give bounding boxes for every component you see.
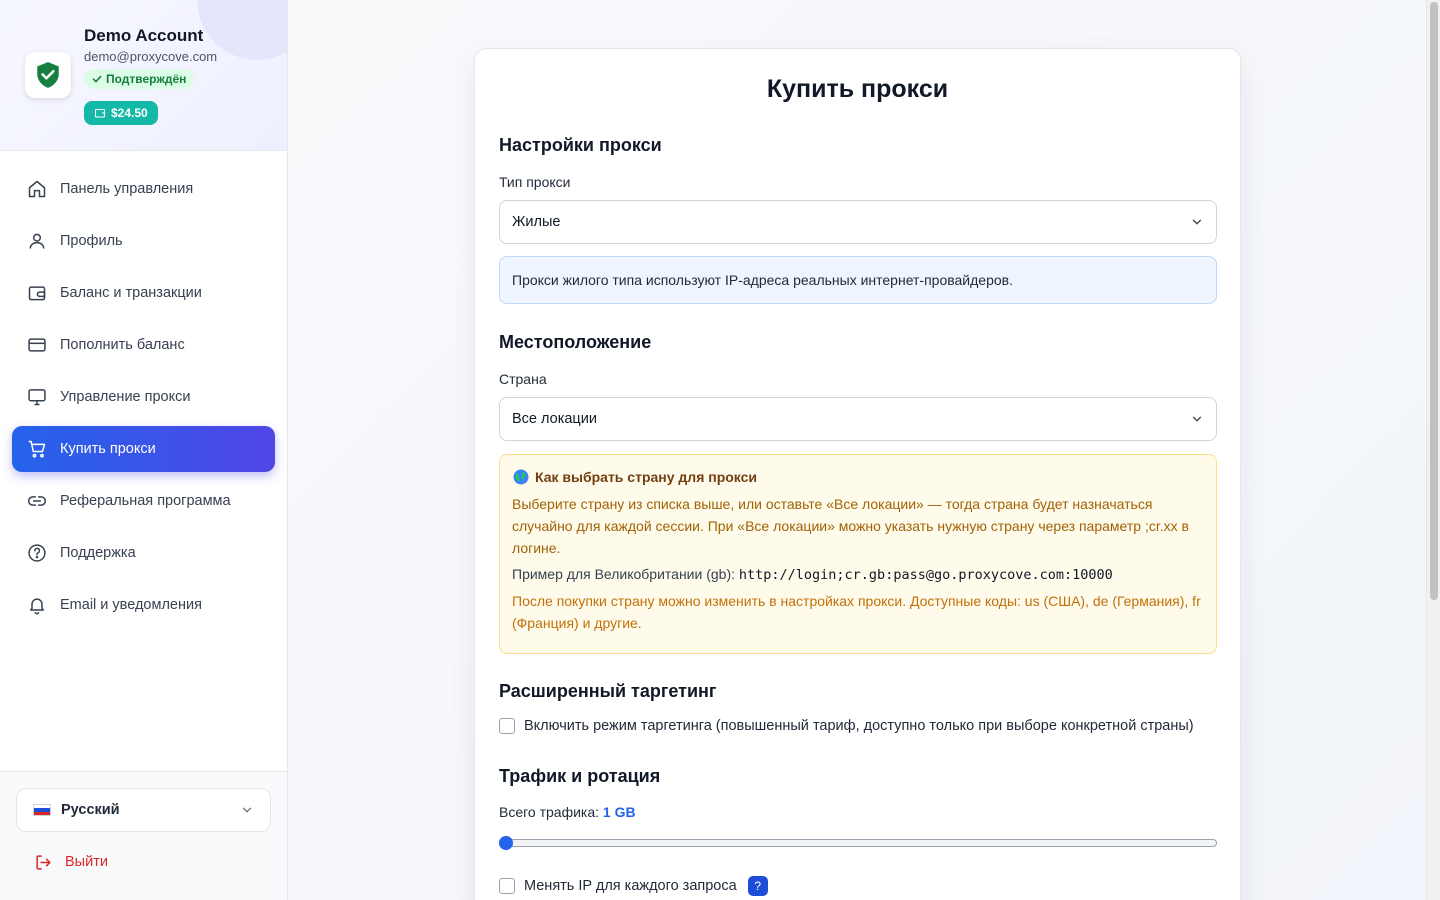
country-select[interactable]: Все локации <box>499 397 1217 441</box>
country-example-code: http://login;cr.gb:pass@go.proxycove.com… <box>738 567 1113 583</box>
sidebar-item-label: Реферальная программа <box>60 493 231 509</box>
sidebar-item-label: Купить прокси <box>60 441 156 457</box>
traffic-total-label: Всего трафика: <box>499 804 600 820</box>
country-help-title-text: Как выбрать страну для прокси <box>535 469 758 485</box>
proxy-type-value: Жилые <box>512 214 561 230</box>
credit-card-icon <box>28 338 46 352</box>
rotate-ip-label: Менять IP для каждого запроса <box>524 878 737 894</box>
sidebar-item-label: Пополнить баланс <box>60 337 185 353</box>
rotate-ip-checkbox[interactable] <box>499 878 515 894</box>
logout-button[interactable]: Выйти <box>16 844 136 880</box>
country-help-text: Выберите страну из списка выше, или оста… <box>512 496 1189 556</box>
country-help-title: Как выбрать страну для прокси <box>512 468 1204 486</box>
sidebar-footer: Русский Выйти <box>0 771 287 900</box>
globe-icon <box>513 469 529 485</box>
traffic-heading: Трафик и ротация <box>499 766 661 786</box>
home-icon <box>28 180 46 198</box>
targeting-checkbox[interactable] <box>499 718 515 734</box>
proxy-settings-heading: Настройки прокси <box>499 135 662 155</box>
sidebar-item-profile[interactable]: Профиль <box>12 218 275 264</box>
verified-label: Подтверждён <box>106 72 187 86</box>
language-selector[interactable]: Русский <box>16 788 271 832</box>
sidebar-item-topup[interactable]: Пополнить баланс <box>12 322 275 368</box>
scrollbar-thumb[interactable] <box>1430 2 1438 600</box>
chevron-down-icon <box>1192 219 1202 225</box>
shield-check-icon <box>37 62 59 88</box>
country-example: Пример для Великобритании (gb): http://l… <box>512 566 1204 583</box>
sidebar-item-notifications[interactable]: Email и уведомления <box>12 582 275 628</box>
chevron-down-icon <box>242 807 252 813</box>
country-label: Страна <box>499 371 547 387</box>
traffic-total-value: 1 GB <box>602 804 636 820</box>
language-label: Русский <box>61 802 120 818</box>
sidebar-item-support[interactable]: Поддержка <box>12 530 275 576</box>
proxy-type-info: Прокси жилого типа используют IP-адреса … <box>499 256 1217 304</box>
buy-proxy-card: Купить прокси Настройки прокси Тип прокс… <box>474 48 1241 900</box>
wallet-icon <box>94 108 106 118</box>
sidebar-item-buy-proxy[interactable]: Купить прокси <box>12 426 275 472</box>
cart-icon <box>28 440 46 458</box>
check-icon <box>92 75 102 83</box>
country-after-text: После покупки страну можно изменить в на… <box>512 593 1201 631</box>
targeting-heading: Расширенный таргетинг <box>499 681 717 701</box>
sidebar-item-referral[interactable]: Реферальная программа <box>12 478 275 524</box>
sidebar-item-manage-proxy[interactable]: Управление прокси <box>12 374 275 420</box>
chevron-down-icon <box>1192 416 1202 422</box>
location-heading: Местоположение <box>499 332 652 352</box>
logout-label: Выйти <box>65 854 108 870</box>
logout-icon <box>36 854 51 870</box>
country-value: Все локации <box>512 411 597 427</box>
targeting-checkbox-label: Включить режим таргетинга (повышенный та… <box>524 718 1194 734</box>
verified-badge: Подтверждён <box>84 69 195 89</box>
page-title: Купить прокси <box>766 75 949 103</box>
sidebar-item-label: Баланс и транзакции <box>60 285 202 301</box>
account-header: Demo Account demo@proxycove.com Подтверж… <box>0 0 287 151</box>
sidebar-item-label: Профиль <box>60 233 123 249</box>
traffic-slider-thumb[interactable] <box>499 836 513 850</box>
sidebar-item-label: Поддержка <box>60 545 136 561</box>
user-icon <box>29 233 45 249</box>
traffic-total: Всего трафика: 1 GB <box>499 804 636 820</box>
app-logo <box>25 52 71 98</box>
sidebar-item-balance[interactable]: Баланс и транзакции <box>12 270 275 316</box>
page-scrollbar[interactable] <box>1426 0 1440 900</box>
main-content: Купить прокси Настройки прокси Тип прокс… <box>288 0 1426 900</box>
rotate-ip-toggle[interactable]: Менять IP для каждого запроса ? <box>499 876 768 896</box>
help-circle-icon <box>28 544 46 562</box>
country-help-box: Как выбрать страну для прокси Выберите с… <box>499 454 1217 654</box>
sidebar-item-label: Email и уведомления <box>60 597 202 613</box>
account-email: demo@proxycove.com <box>84 49 218 64</box>
russian-flag-icon <box>33 804 51 816</box>
account-name: Demo Account <box>84 26 204 45</box>
monitor-icon <box>28 389 46 406</box>
proxy-type-select[interactable]: Жилые <box>499 200 1217 244</box>
link-icon <box>27 496 47 506</box>
traffic-slider[interactable] <box>499 836 1217 850</box>
sidebar-item-label: Панель управления <box>60 181 194 197</box>
sidebar-item-label: Управление прокси <box>60 389 191 405</box>
balance-value: $24.50 <box>111 106 148 120</box>
sidebar: Demo Account demo@proxycove.com Подтверж… <box>0 0 288 900</box>
sidebar-item-dashboard[interactable]: Панель управления <box>12 166 275 212</box>
wallet-icon <box>28 286 46 301</box>
balance-badge[interactable]: $24.50 <box>84 101 158 125</box>
proxy-type-label: Тип прокси <box>499 174 571 190</box>
help-badge[interactable]: ? <box>747 876 768 896</box>
country-example-label: Пример для Великобритании (gb): <box>512 566 735 582</box>
targeting-toggle[interactable]: Включить режим таргетинга (повышенный та… <box>499 718 1194 734</box>
bell-icon <box>30 598 44 615</box>
sidebar-nav: Панель управления Профиль Баланс и транз… <box>12 166 275 634</box>
